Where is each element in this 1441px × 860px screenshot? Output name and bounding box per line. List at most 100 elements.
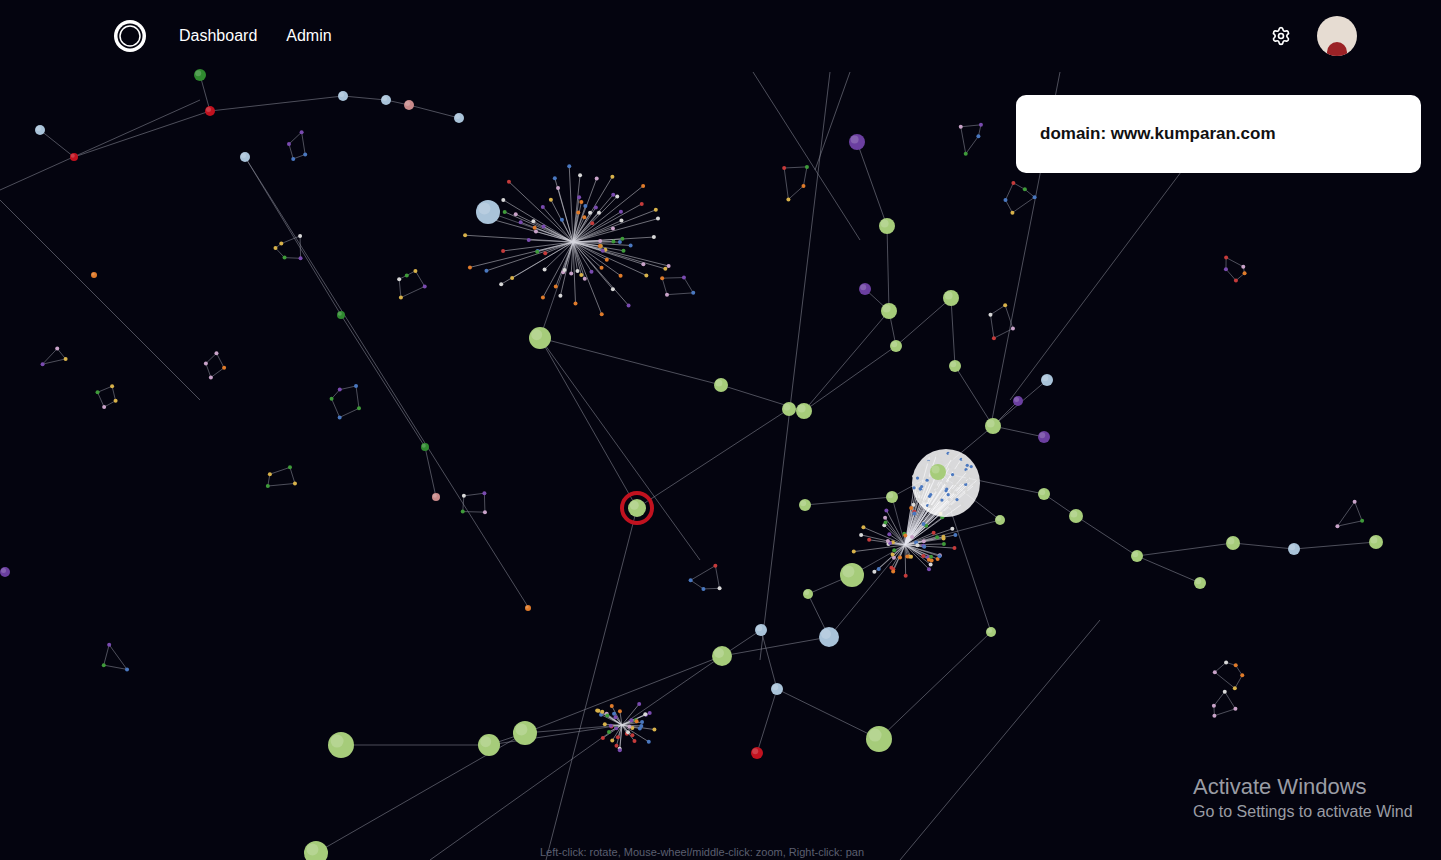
graph-node[interactable]	[542, 225, 546, 229]
node-body[interactable]	[943, 290, 959, 306]
graph-node[interactable]	[1243, 271, 1247, 275]
node-body[interactable]	[879, 218, 895, 234]
graph-node[interactable]	[927, 567, 931, 571]
node-body[interactable]	[381, 95, 391, 105]
graph-node[interactable]	[55, 347, 59, 351]
graph-node[interactable]	[638, 727, 642, 731]
graph-node[interactable]	[499, 282, 503, 286]
graph-node[interactable]	[921, 544, 925, 548]
graph-node[interactable]	[627, 303, 631, 307]
graph-node[interactable]	[600, 312, 604, 316]
node-body[interactable]	[886, 491, 898, 503]
graph-node[interactable]	[41, 362, 45, 366]
graph-node[interactable]	[619, 210, 623, 214]
graph-node[interactable]	[891, 553, 895, 557]
graph-node[interactable]	[300, 130, 304, 134]
graph-node[interactable]	[905, 555, 909, 559]
graph-node[interactable]	[501, 249, 505, 253]
graph-node[interactable]	[942, 511, 945, 514]
graph-node[interactable]	[634, 718, 638, 722]
graph-node[interactable]	[912, 503, 916, 507]
graph-node[interactable]	[357, 406, 361, 410]
graph-node[interactable]	[610, 739, 614, 743]
graph-node[interactable]	[611, 239, 615, 243]
node-body[interactable]	[421, 443, 429, 451]
graph-node[interactable]	[304, 841, 328, 860]
graph-node[interactable]	[939, 457, 942, 460]
graph-node[interactable]	[618, 709, 622, 713]
graph-node[interactable]	[941, 535, 945, 539]
graph-node[interactable]	[930, 464, 946, 480]
graph-node[interactable]	[667, 264, 671, 268]
graph-node[interactable]	[397, 277, 401, 281]
graph-node[interactable]	[965, 491, 968, 494]
graph-node[interactable]	[1353, 500, 1357, 504]
graph-node[interactable]	[976, 478, 979, 481]
graph-node[interactable]	[1369, 535, 1383, 549]
node-body[interactable]	[478, 734, 500, 756]
graph-node[interactable]	[541, 296, 545, 300]
graph-node[interactable]	[454, 113, 464, 123]
graph-node[interactable]	[916, 498, 919, 501]
graph-node[interactable]	[922, 467, 925, 470]
graph-node[interactable]	[782, 402, 796, 416]
node-body[interactable]	[859, 283, 871, 295]
graph-node[interactable]	[619, 219, 623, 223]
graph-node[interactable]	[626, 730, 630, 734]
node-body[interactable]	[890, 340, 902, 352]
graph-node[interactable]	[952, 546, 956, 550]
graph-node[interactable]	[0, 567, 10, 577]
user-avatar[interactable]	[1317, 16, 1357, 56]
graph-node[interactable]	[240, 152, 250, 162]
graph-node[interactable]	[549, 198, 553, 202]
graph-node[interactable]	[712, 646, 732, 666]
graph-node[interactable]	[936, 452, 939, 455]
graph-node[interactable]	[967, 479, 970, 482]
graph-node[interactable]	[582, 215, 586, 219]
graph-node[interactable]	[986, 627, 996, 637]
node-body[interactable]	[799, 499, 811, 511]
graph-node[interactable]	[643, 712, 647, 716]
graph-node[interactable]	[535, 250, 539, 254]
node-body[interactable]	[986, 627, 996, 637]
node-body[interactable]	[755, 624, 767, 636]
graph-node[interactable]	[507, 180, 511, 184]
graph-node[interactable]	[612, 712, 616, 716]
graph-node[interactable]	[337, 311, 345, 319]
graph-node[interactable]	[35, 125, 45, 135]
graph-node[interactable]	[476, 200, 500, 224]
graph-node[interactable]	[578, 173, 582, 177]
graph-node[interactable]	[665, 293, 669, 297]
graph-node[interactable]	[652, 728, 656, 732]
graph-node[interactable]	[929, 562, 933, 566]
graph-node[interactable]	[909, 555, 913, 559]
graph-node[interactable]	[627, 725, 631, 729]
node-body[interactable]	[1369, 535, 1383, 549]
graph-node[interactable]	[949, 478, 952, 481]
graph-node[interactable]	[928, 454, 931, 457]
graph-node[interactable]	[560, 218, 564, 222]
graph-node[interactable]	[536, 249, 540, 253]
graph-node[interactable]	[689, 578, 693, 582]
graph-node[interactable]	[944, 481, 947, 484]
graph-node[interactable]	[887, 532, 891, 536]
graph-node[interactable]	[413, 269, 417, 273]
node-body[interactable]	[1041, 374, 1053, 386]
node-body[interactable]	[432, 493, 440, 501]
graph-node[interactable]	[890, 340, 902, 352]
graph-node[interactable]	[974, 492, 977, 495]
graph-node[interactable]	[872, 570, 876, 574]
graph-node[interactable]	[484, 269, 488, 273]
graph-node[interactable]	[886, 491, 898, 503]
graph-node[interactable]	[595, 708, 599, 712]
graph-node[interactable]	[884, 508, 888, 512]
graph-node[interactable]	[609, 724, 613, 728]
graph-node[interactable]	[614, 726, 618, 730]
graph-node[interactable]	[620, 237, 624, 241]
graph-node[interactable]	[209, 375, 213, 379]
graph-node[interactable]	[938, 554, 942, 558]
node-body[interactable]	[782, 402, 796, 416]
graph-node[interactable]	[569, 271, 573, 275]
graph-node[interactable]	[601, 736, 605, 740]
graph-node[interactable]	[432, 493, 440, 501]
